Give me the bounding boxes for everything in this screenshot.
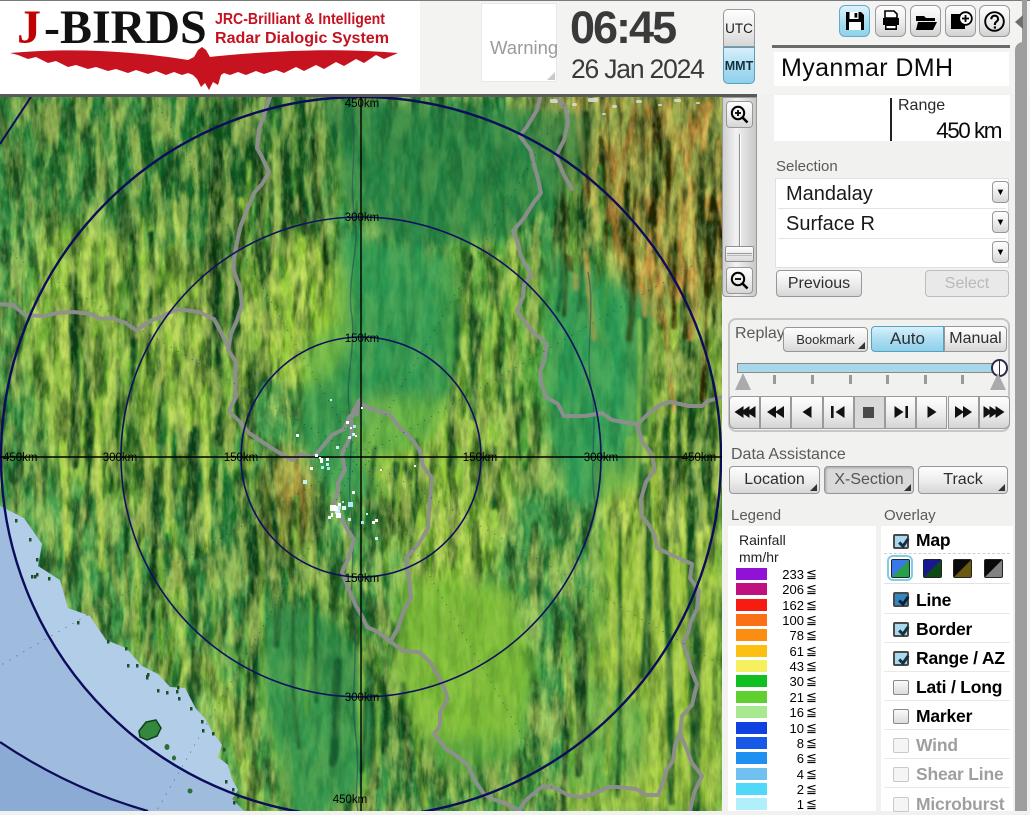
- svg-text:150km: 150km: [463, 452, 498, 464]
- svg-text:450km: 450km: [333, 794, 368, 806]
- svg-text:300km: 300km: [345, 692, 380, 704]
- svg-text:300km: 300km: [103, 452, 138, 464]
- svg-text:Radar Dialogic System: Radar Dialogic System: [215, 30, 389, 47]
- svg-text:450km: 450km: [345, 98, 380, 110]
- svg-text:J: J: [17, 1, 41, 54]
- svg-text:300km: 300km: [345, 212, 380, 224]
- svg-text:-BIRDS: -BIRDS: [44, 1, 207, 54]
- svg-text:450km: 450km: [682, 452, 717, 464]
- svg-text:150km: 150km: [345, 573, 380, 585]
- svg-text:300km: 300km: [584, 452, 619, 464]
- svg-text:450km: 450km: [3, 452, 38, 464]
- svg-text:JRC-Brilliant & Intelligent: JRC-Brilliant & Intelligent: [215, 11, 386, 28]
- svg-text:150km: 150km: [224, 452, 259, 464]
- svg-text:150km: 150km: [345, 333, 380, 345]
